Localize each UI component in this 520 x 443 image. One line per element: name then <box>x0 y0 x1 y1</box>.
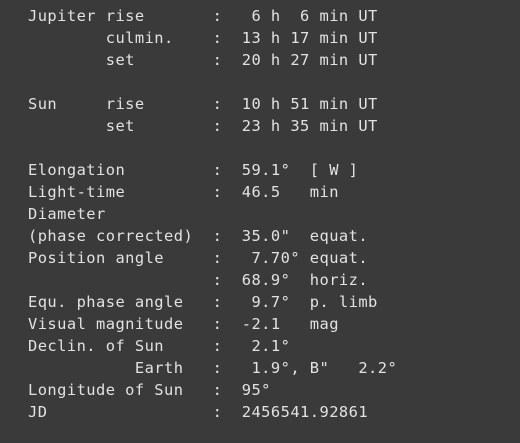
ephemeris-console: Jupiter rise : 6 h 6 min UT culmin. : 13… <box>0 0 520 443</box>
equ-phase-angle-line: Equ. phase angle : 9.7° p. limb <box>28 293 378 311</box>
julian-date-line: JD : 2456541.92861 <box>28 403 369 421</box>
diameter-label-line: Diameter <box>28 205 106 223</box>
position-angle-equat-line: Position angle : 7.70° equat. <box>28 249 369 267</box>
sun-rise-line: Sun rise : 10 h 51 min UT <box>28 95 378 113</box>
declination-earth-line: Earth : 1.9°, B" 2.2° <box>28 359 398 377</box>
sun-set-line: set : 23 h 35 min UT <box>28 117 378 135</box>
jupiter-rise-line: Jupiter rise : 6 h 6 min UT <box>28 7 378 25</box>
diameter-value-line: (phase corrected) : 35.0" equat. <box>28 227 369 245</box>
jupiter-culmination-line: culmin. : 13 h 17 min UT <box>28 29 378 47</box>
visual-magnitude-line: Visual magnitude : -2.1 mag <box>28 315 339 333</box>
longitude-sun-line: Longitude of Sun : 95° <box>28 381 271 399</box>
elongation-line: Elongation : 59.1° [ W ] <box>28 161 359 179</box>
light-time-line: Light-time : 46.5 min <box>28 183 339 201</box>
declination-sun-line: Declin. of Sun : 2.1° <box>28 337 291 355</box>
jupiter-set-line: set : 20 h 27 min UT <box>28 51 378 69</box>
position-angle-horiz-line: : 68.9° horiz. <box>28 271 369 289</box>
